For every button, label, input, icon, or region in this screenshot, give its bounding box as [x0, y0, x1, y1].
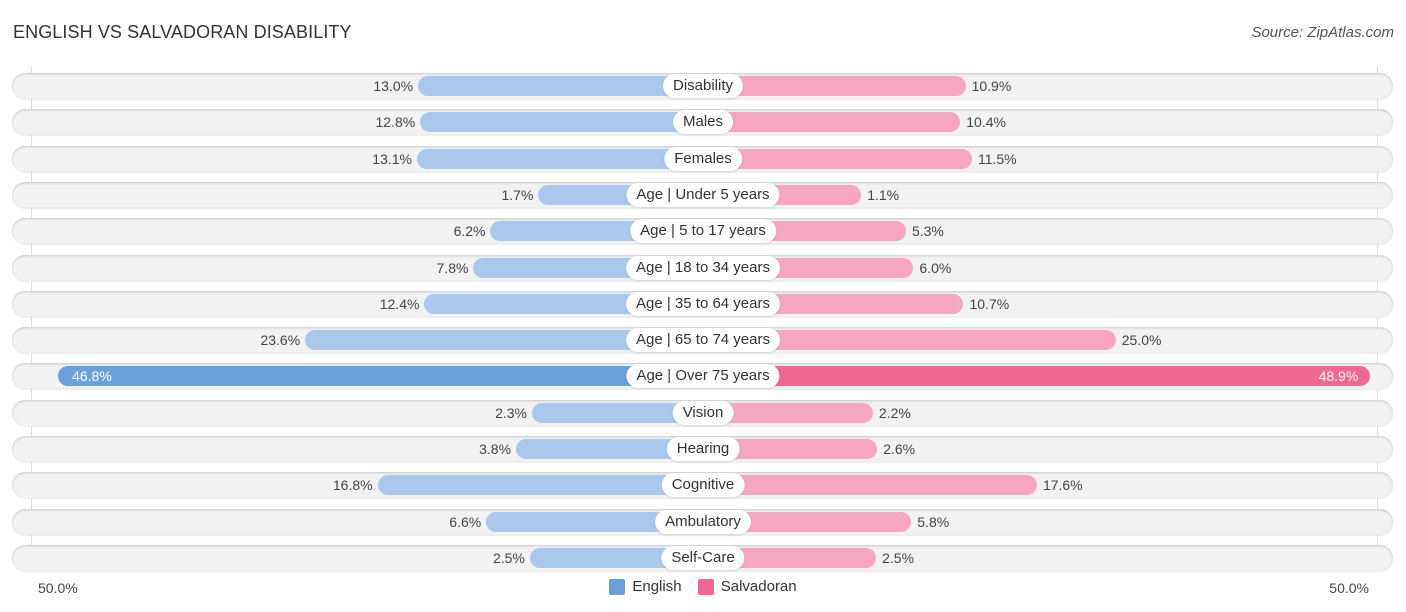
value-label-english: 13.0%: [373, 78, 414, 94]
category-label: Hearing: [666, 437, 740, 461]
value-label-salvadoran: 2.6%: [883, 441, 916, 457]
category-label: Age | Under 5 years: [626, 183, 780, 207]
category-label: Ambulatory: [655, 510, 751, 534]
value-label-salvadoran: 5.3%: [911, 223, 944, 239]
value-label-salvadoran: 2.2%: [878, 405, 911, 421]
legend-item-english[interactable]: English: [609, 578, 682, 595]
category-label: Age | 5 to 17 years: [630, 219, 776, 243]
source-label: Source: ZipAtlas.com: [1251, 24, 1394, 41]
value-label-english: 16.8%: [332, 477, 373, 493]
category-label: Cognitive: [661, 473, 745, 497]
category-label: Age | 65 to 74 years: [626, 328, 780, 352]
category-label: Disability: [662, 74, 744, 98]
value-label-english: 46.8%: [72, 368, 112, 384]
legend-label-salvadoran: Salvadoran: [720, 578, 797, 595]
value-label-english: 12.4%: [379, 296, 420, 312]
category-label: Age | 18 to 34 years: [626, 256, 780, 280]
value-label-english: 6.2%: [453, 223, 486, 239]
legend-item-salvadoran[interactable]: Salvadoran: [697, 578, 797, 595]
value-label-salvadoran: 10.4%: [966, 114, 1006, 130]
legend-swatch-salvadoran: [697, 578, 714, 595]
value-label-english: 13.1%: [372, 151, 412, 167]
value-label-salvadoran: 48.9%: [1318, 368, 1359, 384]
bar-english[interactable]: [420, 112, 703, 132]
value-label-salvadoran: 10.7%: [969, 296, 1010, 312]
category-label: Self-Care: [661, 546, 745, 570]
legend-label-english: English: [632, 578, 682, 595]
category-label: Age | Over 75 years: [626, 364, 780, 388]
bar-english[interactable]: [58, 366, 703, 386]
value-label-english: 7.8%: [436, 260, 469, 276]
legend-swatch-english: [609, 578, 626, 595]
value-label-salvadoran: 25.0%: [1121, 332, 1162, 348]
legend: English Salvadoran: [0, 578, 1406, 599]
value-label-english: 2.5%: [492, 550, 525, 566]
value-label-salvadoran: 5.8%: [917, 514, 950, 530]
category-label: Females: [664, 147, 742, 171]
value-label-salvadoran: 1.1%: [867, 187, 900, 203]
bar-english[interactable]: [416, 149, 703, 169]
bar-salvadoran[interactable]: [703, 149, 972, 169]
bar-english[interactable]: [377, 475, 703, 495]
value-label-english: 3.8%: [479, 441, 512, 457]
value-label-salvadoran: 6.0%: [919, 260, 952, 276]
category-label: Vision: [672, 401, 734, 425]
category-label: Males: [672, 110, 734, 134]
value-label-english: 1.7%: [501, 187, 534, 203]
chart-title: ENGLISH VS SALVADORAN DISABILITY: [13, 22, 352, 42]
value-label-salvadoran: 10.9%: [971, 78, 1012, 94]
bar-salvadoran[interactable]: [703, 112, 961, 132]
bar-english[interactable]: [418, 76, 703, 96]
value-label-salvadoran: 11.5%: [977, 151, 1017, 167]
value-label-salvadoran: 2.5%: [882, 550, 915, 566]
value-label-salvadoran: 17.6%: [1042, 477, 1083, 493]
category-label: Age | 35 to 64 years: [626, 292, 780, 316]
bar-salvadoran[interactable]: [703, 475, 1037, 495]
value-label-english: 2.3%: [495, 405, 528, 421]
value-label-english: 12.8%: [375, 114, 416, 130]
bar-salvadoran[interactable]: [703, 366, 1371, 386]
value-label-english: 23.6%: [260, 332, 301, 348]
value-label-english: 6.6%: [449, 514, 482, 530]
